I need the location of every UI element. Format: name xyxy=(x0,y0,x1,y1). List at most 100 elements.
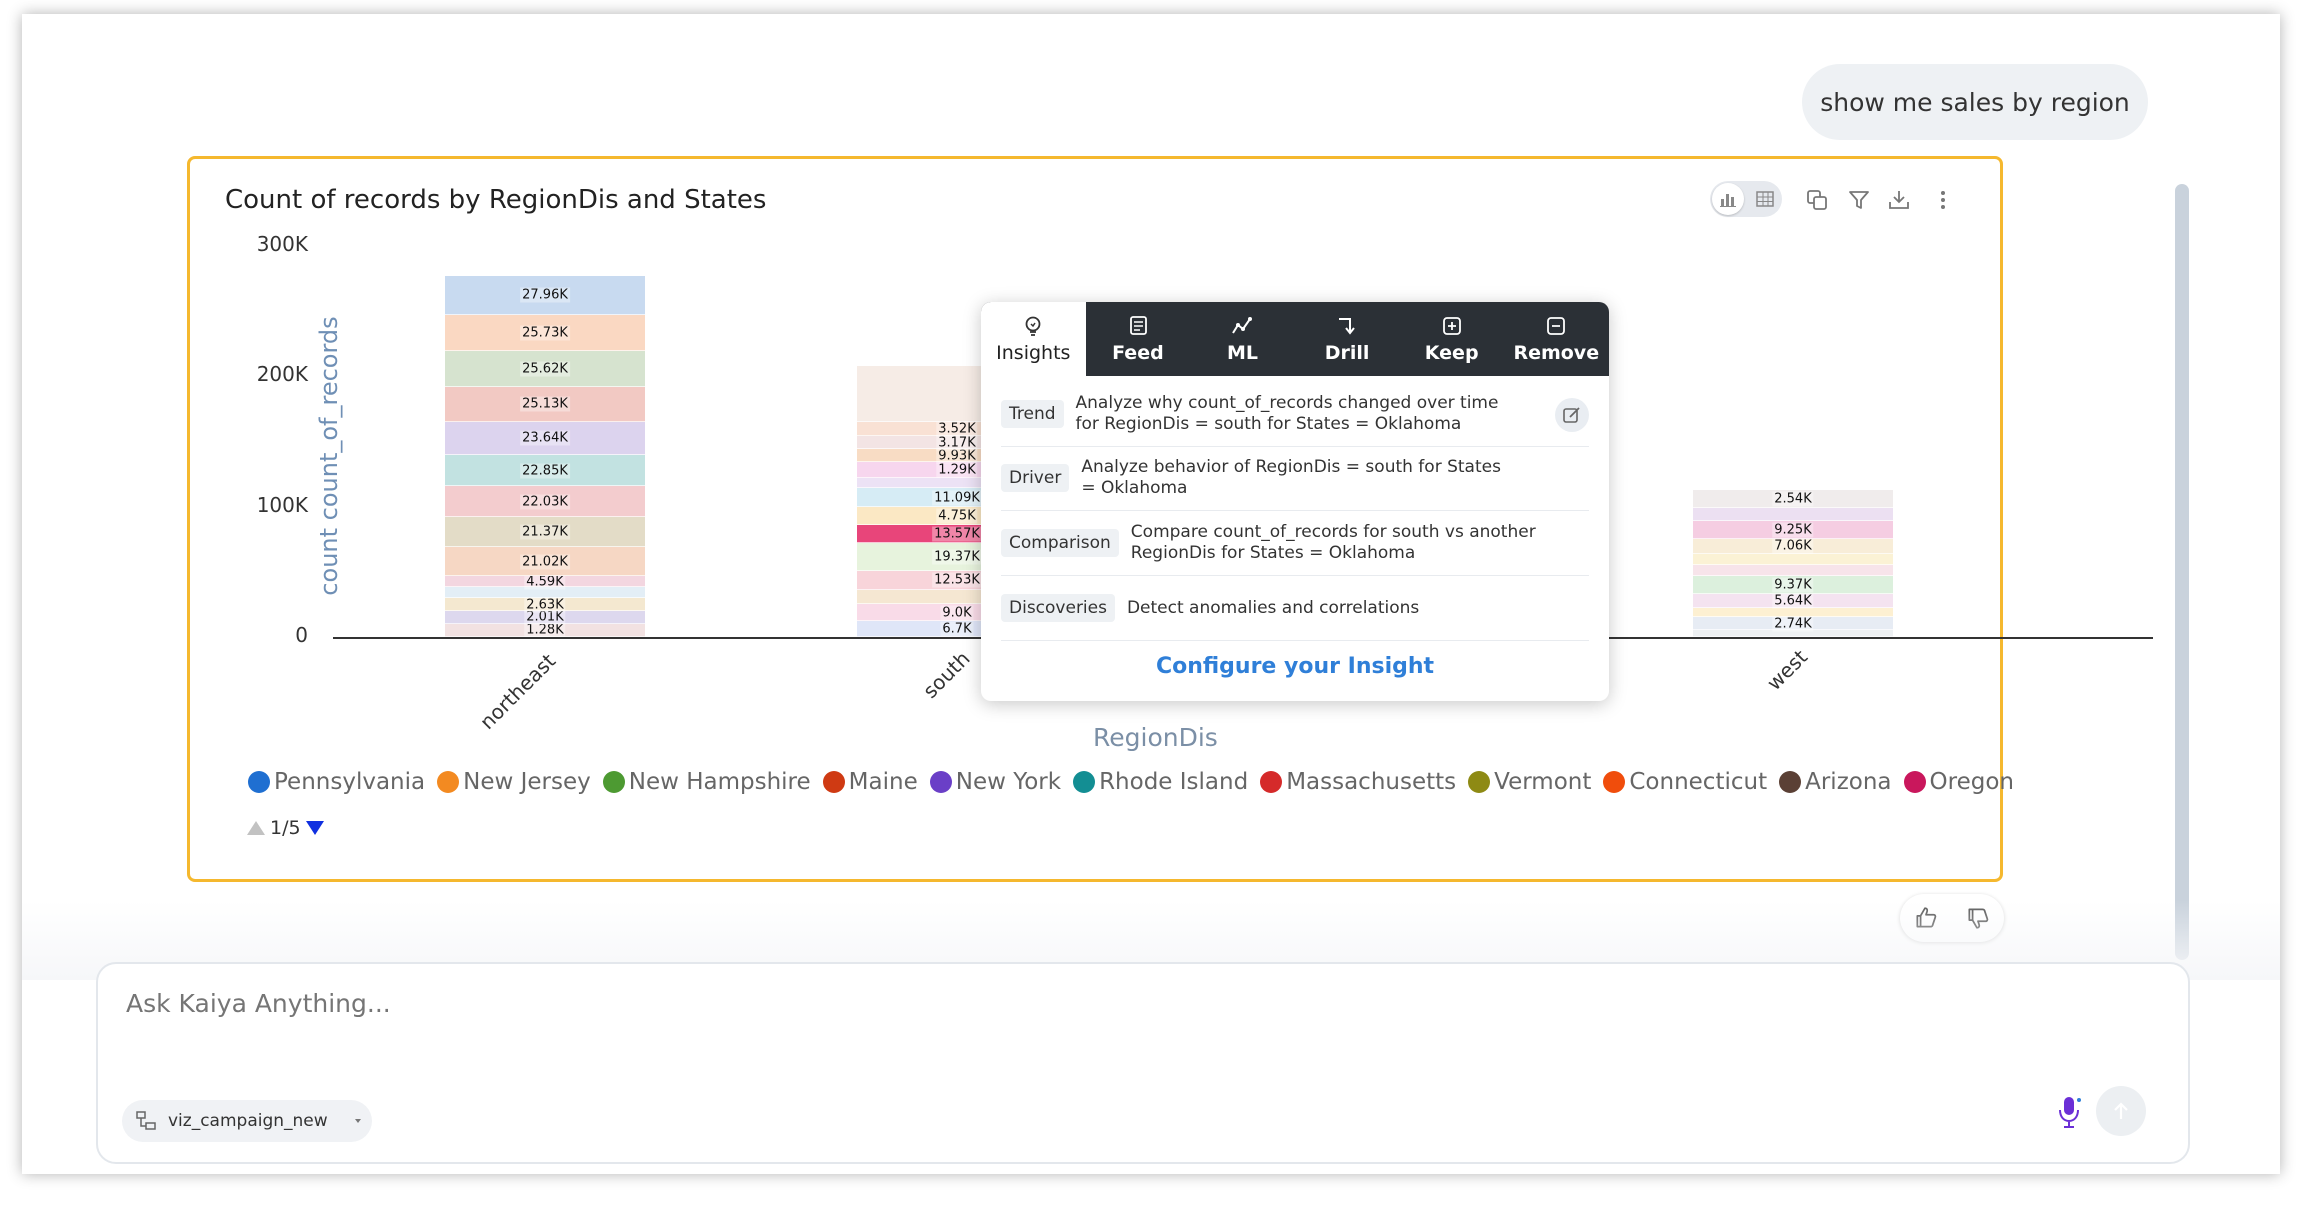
chat-scrollbar[interactable] xyxy=(2175,184,2189,960)
tab-label: Drill xyxy=(1324,342,1370,364)
data-label: 21.37K xyxy=(520,524,570,540)
legend-swatch xyxy=(1073,771,1096,793)
legend-label: Oregon xyxy=(1929,769,2014,795)
copy-icon[interactable] xyxy=(1802,185,1832,215)
legend-swatch xyxy=(437,771,460,793)
insight-row-driver[interactable]: Driver Analyze behavior of RegionDis = s… xyxy=(1001,446,1589,511)
chat-input[interactable] xyxy=(124,988,1728,1019)
legend-item[interactable]: Pennsylvania xyxy=(248,769,425,795)
data-label: 9.93K xyxy=(936,448,978,464)
download-icon[interactable] xyxy=(1884,185,1914,215)
y-tick-label: 300K xyxy=(256,232,308,256)
data-label: 2.74K xyxy=(1772,616,1814,632)
bar-segment[interactable] xyxy=(1693,608,1893,618)
legend-label: Massachusetts xyxy=(1286,769,1457,795)
data-label: 9.0K xyxy=(940,605,974,621)
lightbulb-icon xyxy=(1025,316,1041,336)
tab-keep[interactable]: Keep xyxy=(1399,302,1504,376)
legend-item[interactable]: New York xyxy=(929,769,1062,795)
insight-tag: Trend xyxy=(1001,400,1064,428)
popover-tabs: Insights Feed ML Drill Keep Remove xyxy=(981,302,1609,376)
bar-segment[interactable] xyxy=(1693,553,1893,566)
table-icon[interactable] xyxy=(1750,184,1780,214)
insight-tag: Comparison xyxy=(1001,529,1119,557)
dataset-selector[interactable]: viz_campaign_new xyxy=(122,1100,372,1142)
tab-insights[interactable]: Insights xyxy=(981,302,1086,376)
drill-icon xyxy=(1339,318,1355,335)
legend-label: Arizona xyxy=(1805,769,1892,795)
legend-item[interactable]: New Jersey xyxy=(437,769,591,795)
insight-row-comparison[interactable]: Comparison Compare count_of_records for … xyxy=(1001,511,1589,576)
legend-label: Pennsylvania xyxy=(274,769,426,795)
legend-label: Rhode Island xyxy=(1099,769,1249,795)
legend-item[interactable]: Connecticut xyxy=(1603,769,1767,795)
pager-up-icon[interactable] xyxy=(246,820,266,836)
legend-label: Maine xyxy=(848,769,918,795)
legend-swatch xyxy=(602,771,625,793)
data-label: 25.62K xyxy=(520,361,570,377)
bar-chart-icon[interactable] xyxy=(1713,184,1743,214)
pager-label: 1/5 xyxy=(270,817,301,839)
feed-icon xyxy=(1129,316,1147,335)
edit-icon[interactable] xyxy=(1555,398,1589,432)
legend-item[interactable]: Rhode Island xyxy=(1073,769,1248,795)
tab-ml[interactable]: ML xyxy=(1190,302,1295,376)
tab-label: Keep xyxy=(1424,342,1479,364)
y-tick-label: 0 xyxy=(295,623,308,647)
tab-remove[interactable]: Remove xyxy=(1504,302,1609,376)
legend-label: New Jersey xyxy=(463,769,591,795)
legend-item[interactable]: Oregon xyxy=(1903,769,2014,795)
data-label: 11.09K xyxy=(932,490,982,506)
legend-item[interactable]: New Hampshire xyxy=(602,769,811,795)
send-button[interactable] xyxy=(2096,1086,2146,1136)
data-label: 4.75K xyxy=(936,508,978,524)
legend-swatch xyxy=(1603,771,1626,793)
insight-row-discoveries[interactable]: Discoveries Detect anomalies and correla… xyxy=(1001,576,1589,641)
tab-label: ML xyxy=(1226,342,1258,364)
more-options-icon[interactable] xyxy=(1928,185,1958,215)
bar-segment[interactable] xyxy=(1693,565,1893,576)
insight-row-trend[interactable]: Trend Analyze why count_of_records chang… xyxy=(1001,382,1589,447)
dataset-icon xyxy=(136,1111,156,1130)
chart-table-toggle[interactable] xyxy=(1710,181,1782,217)
chart-title: Count of records by RegionDis and States xyxy=(225,185,767,215)
legend-item[interactable]: Maine xyxy=(822,769,918,795)
tab-feed[interactable]: Feed xyxy=(1086,302,1191,376)
data-label: 9.25K xyxy=(1772,522,1814,538)
legend-label: New York xyxy=(955,769,1062,795)
data-label: 22.85K xyxy=(520,463,570,479)
legend-item[interactable]: Arizona xyxy=(1779,769,1892,795)
filter-icon[interactable] xyxy=(1844,185,1874,215)
y-axis-title: count count_of_records xyxy=(315,316,343,596)
insight-description: Detect anomalies and correlations xyxy=(1126,597,1420,618)
legend-item[interactable]: Vermont xyxy=(1468,769,1591,795)
data-label: 19.37K xyxy=(932,549,982,565)
legend-label: Vermont xyxy=(1494,769,1592,795)
chat-input-box: viz_campaign_new xyxy=(96,962,2190,1164)
data-label: 12.53K xyxy=(932,572,982,588)
insight-description: Compare count_of_records for south vs an… xyxy=(1130,522,1536,563)
tab-drill[interactable]: Drill xyxy=(1295,302,1400,376)
x-tick-label: northeast xyxy=(474,648,561,734)
remove-icon xyxy=(1547,317,1566,335)
data-label: 23.64K xyxy=(520,430,570,446)
data-label: 1.29K xyxy=(936,462,978,478)
legend-swatch xyxy=(929,771,952,793)
insight-description: Analyze why count_of_records changed ove… xyxy=(1075,393,1499,434)
data-label: 21.02K xyxy=(520,554,570,570)
data-label: 7.06K xyxy=(1772,538,1814,554)
chevron-down-icon xyxy=(354,1119,361,1123)
x-tick-label: south xyxy=(918,646,975,703)
bar-segment[interactable] xyxy=(1693,507,1893,521)
insight-popover: Insights Feed ML Drill Keep Remove Trend… xyxy=(981,302,1609,701)
legend-swatch xyxy=(1260,771,1283,793)
microphone-button[interactable] xyxy=(2052,1092,2086,1132)
configure-insight-link[interactable]: Configure your Insight xyxy=(981,654,1609,679)
legend-swatch xyxy=(1779,771,1802,793)
pager-down-icon[interactable] xyxy=(305,820,325,836)
x-tick-label: west xyxy=(1761,644,1813,696)
user-message-text: show me sales by region xyxy=(1820,87,2130,117)
legend-item[interactable]: Massachusetts xyxy=(1260,769,1456,795)
y-tick-label: 100K xyxy=(256,492,308,517)
data-label: 22.03K xyxy=(520,494,570,510)
